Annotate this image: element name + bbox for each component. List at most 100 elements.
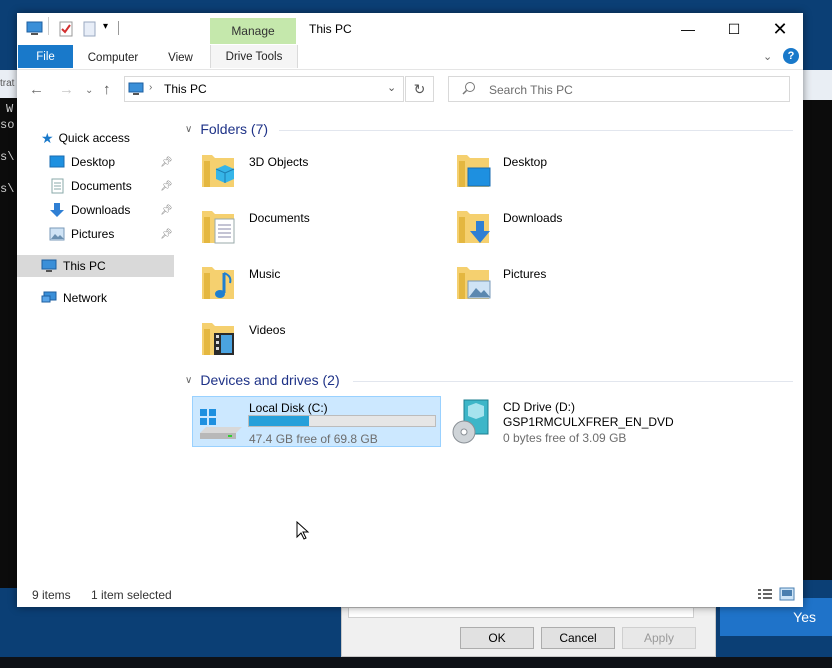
close-icon[interactable]: ✕	[757, 13, 803, 45]
downloads-arrow-icon	[50, 203, 64, 217]
background-terminal-right	[803, 100, 832, 580]
terminal-text: so	[0, 118, 15, 132]
tab-computer[interactable]: Computer	[80, 47, 146, 69]
folder-label: Pictures	[503, 267, 547, 281]
expand-ribbon-icon[interactable]: ⌄	[763, 50, 772, 63]
pin-icon[interactable]: 📌︎	[160, 157, 173, 168]
address-bar[interactable]: › This PC ⌄	[124, 76, 404, 102]
nav-label: Quick access	[58, 131, 130, 145]
pictures-folder-icon	[457, 267, 491, 299]
address-dropdown-icon[interactable]: ⌄	[387, 81, 396, 94]
search-placeholder: Search This PC	[489, 83, 573, 97]
folder-documents[interactable]: Documents	[200, 205, 440, 253]
navigation-pane: ★ Quick access Desktop 📌︎ Documents 📌︎ D…	[17, 123, 179, 323]
nav-item-pictures[interactable]: Pictures 📌︎	[49, 223, 174, 245]
dialog-panel	[348, 608, 694, 618]
group-title: Folders (7)	[200, 121, 269, 137]
drive-usage-bar	[248, 415, 436, 427]
folder-label: Videos	[249, 323, 286, 337]
nav-item-network[interactable]: Network	[41, 287, 198, 309]
collapse-chevron-icon[interactable]: ∨	[185, 375, 192, 386]
folder-pictures[interactable]: Pictures	[455, 261, 695, 309]
ok-button[interactable]: OK	[460, 627, 534, 649]
nav-item-documents[interactable]: Documents 📌︎	[49, 175, 174, 197]
3d-objects-folder-icon	[202, 155, 235, 187]
pin-icon[interactable]: 📌︎	[160, 229, 173, 240]
group-divider	[353, 381, 793, 382]
folder-music[interactable]: Music	[200, 261, 440, 309]
folder-label: Music	[249, 267, 281, 281]
back-arrow-icon[interactable]: ←	[29, 81, 44, 98]
music-folder-icon	[202, 267, 234, 299]
terminal-text: s\	[0, 150, 15, 164]
desktop-folder-icon	[457, 155, 491, 187]
folders-group-header[interactable]: ∨ Folders (7)	[185, 121, 268, 137]
dvd-drive-icon	[452, 399, 489, 444]
recent-locations-chevron-icon[interactable]: ⌄	[85, 85, 93, 96]
computer-icon	[26, 21, 43, 39]
apply-button[interactable]: Apply	[622, 627, 696, 649]
folder-downloads[interactable]: Downloads	[455, 205, 695, 253]
drive-name: CD Drive (D:)	[503, 400, 575, 414]
manage-contextual-tab[interactable]: Manage	[210, 18, 296, 44]
folder-videos[interactable]: Videos	[200, 317, 440, 365]
up-arrow-icon[interactable]: ↑	[103, 81, 111, 98]
properties-icon[interactable]	[59, 21, 73, 40]
folder-3d-objects[interactable]: 3D Objects	[200, 149, 440, 197]
nav-item-downloads[interactable]: Downloads 📌︎	[49, 199, 174, 221]
folder-label: Downloads	[503, 211, 563, 225]
nav-label: This PC	[63, 259, 106, 273]
maximize-icon[interactable]: ☐	[711, 13, 757, 45]
search-input[interactable]: Search This PC	[448, 76, 790, 102]
pin-icon[interactable]: 📌︎	[160, 205, 173, 216]
cancel-button[interactable]: Cancel	[541, 627, 615, 649]
title-bar: ▾ Manage This PC — ☐ ✕	[17, 13, 803, 45]
address-row: ← → ⌄ ↑ › This PC ⌄ ↻ Search This PC	[17, 73, 803, 105]
new-folder-icon[interactable]	[83, 21, 96, 40]
large-icons-view-icon[interactable]	[779, 587, 795, 604]
minimize-icon[interactable]: —	[665, 13, 711, 45]
drive-cd-d[interactable]: CD Drive (D:) GSP1RMCULXFRER_EN_DVD 0 by…	[447, 396, 697, 447]
nav-label: Downloads	[71, 203, 131, 217]
item-count: 9 items	[32, 588, 71, 602]
nav-item-this-pc[interactable]: This PC	[17, 255, 174, 277]
pin-icon[interactable]: 📌︎	[160, 181, 173, 192]
downloads-folder-icon	[457, 211, 490, 243]
details-view-icon[interactable]	[757, 587, 773, 604]
customize-quick-access-icon[interactable]: ▾	[103, 21, 108, 32]
breadcrumb-this-pc[interactable]: This PC	[164, 82, 207, 96]
pictures-icon	[49, 227, 65, 241]
terminal-text: s\	[0, 182, 15, 196]
devices-group-header[interactable]: ∨ Devices and drives (2)	[185, 372, 340, 388]
nav-label: Desktop	[71, 155, 116, 169]
group-divider	[279, 130, 793, 131]
divider	[48, 17, 49, 35]
network-icon	[41, 291, 57, 303]
nav-item-desktop[interactable]: Desktop 📌︎	[49, 151, 174, 173]
drive-usage-fill	[249, 416, 309, 426]
help-icon[interactable]: ?	[783, 48, 799, 64]
documents-folder-icon	[202, 211, 235, 244]
nav-label: Network	[63, 291, 108, 305]
breadcrumb-chevron-icon[interactable]: ›	[149, 82, 152, 93]
nav-label: Documents	[71, 179, 132, 193]
status-bar: 9 items 1 item selected	[17, 583, 803, 607]
computer-icon	[128, 82, 144, 99]
tab-file[interactable]: File	[18, 45, 73, 68]
forward-arrow-icon[interactable]: →	[59, 81, 74, 98]
collapse-chevron-icon[interactable]: ∨	[185, 124, 192, 135]
refresh-icon[interactable]: ↻	[405, 76, 434, 102]
videos-folder-icon	[202, 323, 234, 355]
tab-drive-tools[interactable]: Drive Tools	[210, 45, 298, 68]
drive-name: Local Disk (C:)	[249, 401, 328, 415]
drive-volume-label: GSP1RMCULXFRER_EN_DVD	[503, 415, 674, 429]
ribbon-tabs: File Computer View Drive Tools ⌄ ?	[17, 45, 803, 70]
nav-item-quick-access[interactable]: ★ Quick access	[41, 127, 198, 149]
divider	[118, 21, 119, 35]
folder-desktop[interactable]: Desktop	[455, 149, 695, 197]
tab-view[interactable]: View	[157, 47, 204, 69]
drive-free-space: 0 bytes free of 3.09 GB	[503, 431, 627, 445]
search-icon	[462, 81, 476, 98]
star-icon: ★	[41, 129, 54, 146]
desktop-icon	[49, 155, 65, 168]
